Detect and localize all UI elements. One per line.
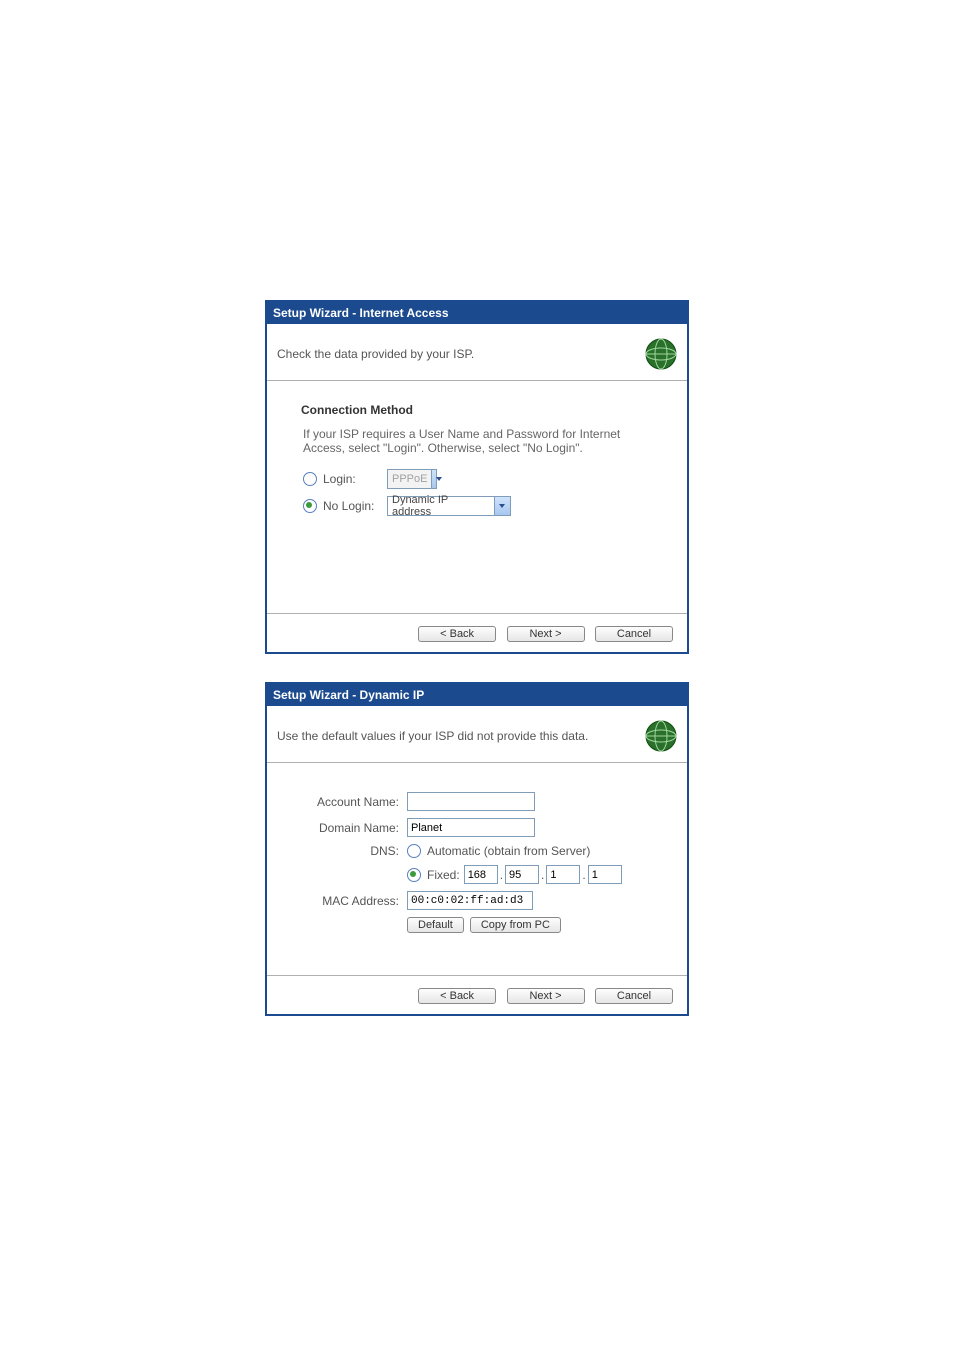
dot: . [582,868,585,882]
domain-label: Domain Name: [303,821,399,835]
mac-default-button[interactable]: Default [407,917,464,933]
wizard-internet-access: Setup Wizard - Internet Access Check the… [265,300,689,654]
dns-fixed-label: Fixed: [427,868,460,882]
mac-copy-button[interactable]: Copy from PC [470,917,561,933]
globe-icon [645,720,677,752]
connection-hint: If your ISP requires a User Name and Pas… [303,427,659,455]
account-row: Account Name: [303,792,659,811]
nologin-radio[interactable] [303,499,317,513]
account-input[interactable] [407,792,535,811]
dialog-title: Setup Wizard - Dynamic IP [267,684,687,706]
connection-method-heading: Connection Method [301,403,659,417]
dns-row-fixed: Fixed: . . . [303,865,659,884]
dialog-subhead: Use the default values if your ISP did n… [267,706,687,763]
nologin-row: No Login: Dynamic IP address [303,496,659,516]
chevron-down-icon [494,497,510,515]
login-label: Login: [323,472,381,486]
dialog-subtitle: Check the data provided by your ISP. [277,347,474,361]
mac-input[interactable] [407,891,533,910]
chevron-down-icon [431,470,436,488]
login-select[interactable]: PPPoE [387,469,437,489]
dot: . [500,868,503,882]
next-button[interactable]: Next > [507,626,585,642]
cancel-button[interactable]: Cancel [595,988,673,1004]
dns-ip-1[interactable] [464,865,498,884]
back-button[interactable]: < Back [418,626,496,642]
dialog-subhead: Check the data provided by your ISP. [267,324,687,381]
dns-label: DNS: [303,844,399,858]
panel1-footer: < Back Next > Cancel [267,613,687,652]
mac-label: MAC Address: [303,894,399,908]
cancel-button[interactable]: Cancel [595,626,673,642]
login-radio[interactable] [303,472,317,486]
next-button[interactable]: Next > [507,988,585,1004]
account-label: Account Name: [303,795,399,809]
dns-auto-label: Automatic (obtain from Server) [427,844,590,858]
dns-ip-3[interactable] [546,865,580,884]
panel2-content: Account Name: Domain Name: DNS: Automati… [267,763,687,975]
back-button[interactable]: < Back [418,988,496,1004]
domain-input[interactable] [407,818,535,837]
mac-buttons: Default Copy from PC [407,917,659,933]
dns-fixed-radio[interactable] [407,868,421,882]
domain-row: Domain Name: [303,818,659,837]
nologin-select-value: Dynamic IP address [392,494,490,518]
globe-icon [645,338,677,370]
dns-auto-radio[interactable] [407,844,421,858]
wizard-dynamic-ip: Setup Wizard - Dynamic IP Use the defaul… [265,682,689,1016]
login-row: Login: PPPoE [303,469,659,489]
nologin-select[interactable]: Dynamic IP address [387,496,511,516]
login-select-value: PPPoE [392,473,427,485]
panel2-footer: < Back Next > Cancel [267,975,687,1014]
dns-ip-4[interactable] [588,865,622,884]
dns-row-auto: DNS: Automatic (obtain from Server) [303,844,659,858]
mac-row: MAC Address: [303,891,659,910]
nologin-label: No Login: [323,499,381,513]
dialog-subtitle: Use the default values if your ISP did n… [277,729,588,743]
dns-ip-2[interactable] [505,865,539,884]
panel1-content: Connection Method If your ISP requires a… [267,381,687,613]
dialog-title: Setup Wizard - Internet Access [267,302,687,324]
dot: . [541,868,544,882]
